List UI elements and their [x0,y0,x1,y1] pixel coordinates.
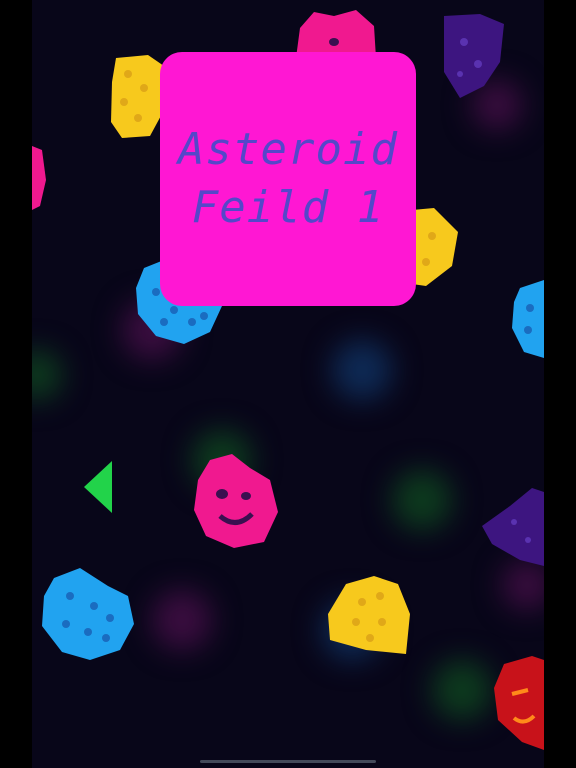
blue-asteroid-edge [512,280,544,358]
purple-asteroid-edge [482,488,544,566]
level-title-line2: Feild 1 [191,182,385,233]
home-indicator[interactable] [200,760,376,763]
level-title-card[interactable]: Asteroid Feild 1 [160,52,416,306]
blue-asteroid [42,568,134,660]
background-glow [392,470,452,530]
background-glow [332,340,392,400]
purple-asteroid [444,14,504,98]
pink-asteroid [194,454,278,548]
level-title-line1: Asteroid [178,124,398,175]
pink-asteroid [296,10,376,58]
yellow-asteroid [111,55,164,138]
background-glow [32,350,62,400]
yellow-asteroid [412,208,458,286]
background-glow [152,590,212,650]
pink-asteroid-edge [32,146,46,210]
red-asteroid-edge [494,656,544,750]
background-glow [502,560,544,610]
left-triangle-icon[interactable] [84,461,112,513]
yellow-asteroid [328,576,410,654]
background-glow [432,660,492,720]
